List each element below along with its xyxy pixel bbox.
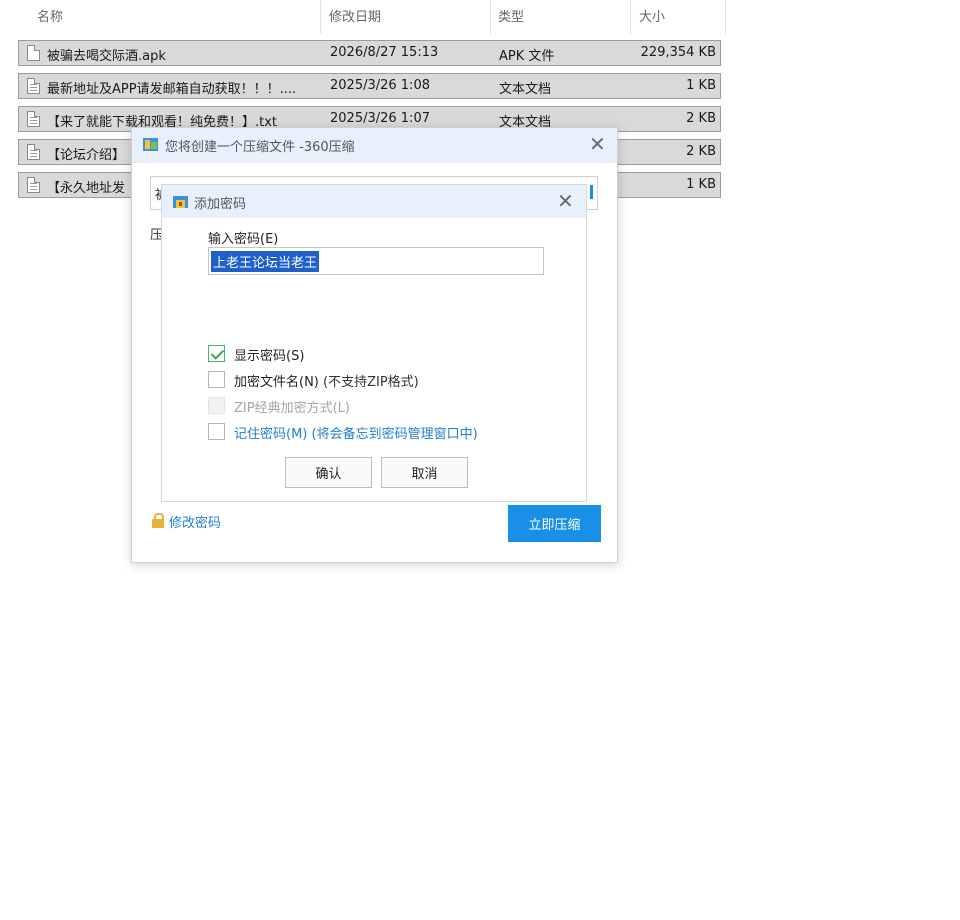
add-password-dialog: 添加密码 ✕ 输入密码(E) 上老王论坛当老王 显示密码(S) 加密文件名(N)… [161,184,587,502]
lock-icon [152,513,164,528]
close-icon[interactable]: ✕ [589,134,606,154]
compress-dialog-titlebar[interactable]: 您将创建一个压缩文件 -360压缩 ✕ [132,128,617,163]
show-password-label: 显示密码(S) [234,349,305,364]
password-input[interactable]: 上老王论坛当老王 [208,247,544,275]
file-size: 1 KB [686,78,716,93]
zip-classic-label: ZIP经典加密方式(L) [234,401,350,416]
sort-ascending-icon: ^ [168,0,177,6]
file-date: 2025/3/26 1:07 [330,111,430,126]
file-icon [27,45,40,61]
encrypt-filename-hint: (不支持ZIP格式) [323,375,419,390]
modify-password-label: 修改密码 [169,516,222,531]
close-icon[interactable]: ✕ [557,191,574,211]
password-input-label: 输入密码(E) [208,232,279,247]
file-row[interactable]: 最新地址及APP请发邮箱自动获取！！！.... 2025/3/26 1:08 文… [18,73,721,99]
column-header-name[interactable]: 名称 [37,6,63,25]
zip-classic-checkbox [208,397,225,414]
text-file-icon [27,144,40,160]
file-row[interactable]: 被骗去喝交际酒.apk 2026/8/27 15:13 APK 文件 229,3… [18,40,721,66]
modify-password-link[interactable]: 修改密码 [152,512,221,531]
column-divider[interactable] [320,0,321,34]
text-file-icon [27,78,40,94]
file-size: 1 KB [686,177,716,192]
column-divider[interactable] [630,0,631,34]
encrypt-filename-checkbox[interactable] [208,371,225,388]
file-date: 2026/8/27 15:13 [330,45,439,60]
compress-now-button[interactable]: 立即压缩 [508,505,601,542]
file-name: 最新地址及APP请发邮箱自动获取！！！.... [47,82,297,97]
cancel-button[interactable]: 取消 [381,457,468,488]
column-header-date[interactable]: 修改日期 [329,6,381,25]
file-type: APK 文件 [499,49,555,64]
file-type: 文本文档 [499,82,552,97]
file-list-header: ^ 名称 修改日期 类型 大小 [0,0,726,34]
archive-app-icon [143,138,158,151]
file-date: 2025/3/26 1:08 [330,78,430,93]
file-size: 2 KB [686,144,716,159]
password-value: 上老王论坛当老王 [211,251,320,272]
confirm-button[interactable]: 确认 [285,457,372,488]
column-header-type[interactable]: 类型 [498,6,524,25]
password-app-icon [173,196,188,208]
text-file-icon [27,111,40,127]
file-size: 229,354 KB [640,45,716,60]
text-file-icon [27,177,40,193]
browse-button[interactable] [590,185,593,199]
remember-password-label: 记住密码(M) (将会备忘到密码管理窗口中) [234,427,478,442]
show-password-checkbox[interactable] [208,345,225,362]
file-size: 2 KB [686,111,716,126]
column-header-size[interactable]: 大小 [639,6,665,25]
remember-password-checkbox[interactable] [208,423,225,440]
column-divider[interactable] [725,0,726,34]
encrypt-filename-label: 加密文件名(N) [234,375,319,390]
compress-dialog-title: 您将创建一个压缩文件 -360压缩 [165,140,355,155]
column-divider[interactable] [490,0,491,34]
add-password-titlebar[interactable]: 添加密码 ✕ [162,185,586,218]
add-password-title: 添加密码 [194,197,247,212]
file-name: 被骗去喝交际酒.apk [47,49,166,64]
